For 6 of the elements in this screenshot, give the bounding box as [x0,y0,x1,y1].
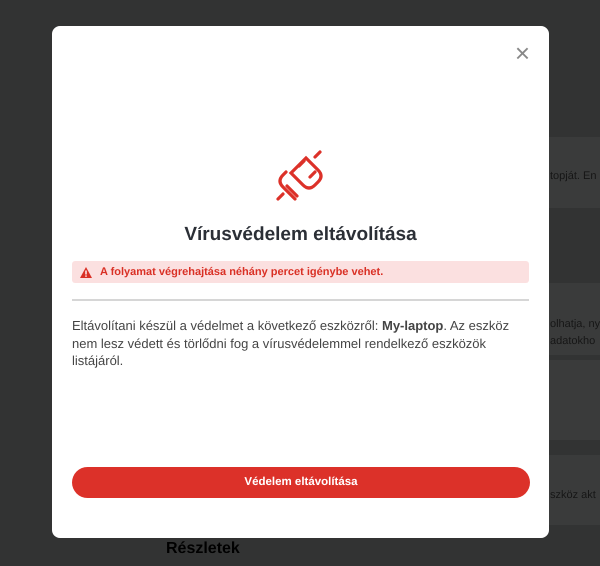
dialog-message: Eltávolítani készül a védelmet a következő eszközről: My-laptop. Az eszköz nem lesz védett és törlődni fog a vírusvédelemmel rendelkező eszközök listájáról. [72,317,510,370]
dialog-title: Vírusvédelem eltávolítása [183,224,418,247]
warning-icon [80,266,92,278]
close-button[interactable]: × [512,40,532,66]
warning-text: A folyamat végrehajtása néhány percet igénybe vehet. [100,264,384,280]
remove-protection-button[interactable]: Védelem eltávolítása [72,467,530,498]
